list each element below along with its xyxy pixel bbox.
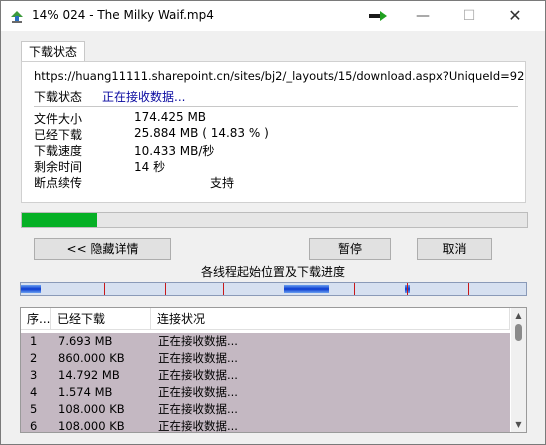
thread-segment [284, 285, 329, 293]
scroll-thumb[interactable] [515, 324, 522, 341]
arrow-icon [369, 11, 387, 21]
maximize-button[interactable]: ☐ [446, 1, 492, 31]
minimize-button[interactable]: — [400, 1, 446, 31]
thread-list[interactable]: 序... 已经下载 连接状况 1 7.693 MB 正在接收数据... 2 86… [20, 307, 527, 433]
speed-value: 10.433 MB/秒 [134, 144, 215, 158]
status-label: 下载状态 [34, 90, 83, 104]
row-downloaded: 860.000 KB [58, 351, 125, 365]
row-status: 正在接收数据... [158, 351, 238, 365]
row-status: 正在接收数据... [158, 334, 238, 348]
thread-start-marker [223, 283, 224, 295]
column-header-no[interactable]: 序... [21, 308, 51, 330]
vertical-scrollbar[interactable]: ▲ ▼ [511, 308, 526, 432]
resume-label: 断点续传 [34, 176, 83, 190]
row-number: 6 [30, 419, 38, 433]
file-size-value: 174.425 MB [134, 110, 207, 124]
scroll-up-icon[interactable]: ▲ [511, 308, 526, 323]
thread-segments-bar [20, 282, 527, 296]
row-status: 正在接收数据... [158, 368, 238, 382]
thread-segment [21, 285, 41, 293]
hide-details-button[interactable]: << 隐藏详情 [34, 238, 171, 260]
list-item[interactable]: 2 860.000 KB 正在接收数据... [21, 350, 510, 367]
row-downloaded: 108.000 KB [58, 419, 125, 433]
resume-value: 支持 [210, 176, 235, 190]
download-window: 14% 024 - The Milky Waif.mp4 — ☐ ✕ 下载状态 … [0, 0, 546, 445]
row-number: 2 [30, 351, 38, 365]
status-panel: https://huang11111.sharepoint.cn/sites/b… [21, 61, 526, 203]
pause-button[interactable]: 暂停 [309, 238, 391, 260]
list-item[interactable]: 5 108.000 KB 正在接收数据... [21, 401, 510, 418]
divider [34, 106, 518, 107]
cancel-button[interactable]: 取消 [417, 238, 492, 260]
row-status: 正在接收数据... [158, 419, 238, 433]
downloaded-value: 25.884 MB ( 14.83 % ) [134, 126, 269, 140]
list-item[interactable]: 1 7.693 MB 正在接收数据... [21, 333, 510, 350]
download-url: https://huang11111.sharepoint.cn/sites/b… [34, 69, 525, 83]
row-status: 正在接收数据... [158, 385, 238, 399]
row-status: 正在接收数据... [158, 402, 238, 416]
window-title: 14% 024 - The Milky Waif.mp4 [32, 8, 214, 22]
thread-start-marker [104, 283, 105, 295]
title-bar[interactable]: 14% 024 - The Milky Waif.mp4 — ☐ ✕ [1, 1, 545, 31]
downloaded-label: 已经下载 [34, 128, 83, 142]
threads-title: 各线程起始位置及下载进度 [200, 265, 345, 279]
progress-fill [22, 213, 97, 227]
row-downloaded: 14.792 MB [58, 368, 120, 382]
row-downloaded: 7.693 MB [58, 334, 113, 348]
status-value: 正在接收数据... [102, 90, 186, 104]
tab-download-status[interactable]: 下载状态 [21, 41, 85, 62]
column-header-downloaded[interactable]: 已经下载 [51, 308, 151, 330]
column-header-status[interactable]: 连接状况 [151, 308, 510, 330]
download-progress-bar [21, 212, 528, 228]
row-downloaded: 1.574 MB [58, 385, 113, 399]
thread-start-marker [354, 283, 355, 295]
row-downloaded: 108.000 KB [58, 402, 125, 416]
row-number: 3 [30, 368, 38, 382]
close-button[interactable]: ✕ [492, 1, 538, 31]
row-number: 1 [30, 334, 38, 348]
thread-start-marker [165, 283, 166, 295]
remaining-time-value: 14 秒 [134, 160, 166, 174]
thread-start-marker [407, 283, 408, 295]
row-number: 4 [30, 385, 38, 399]
thread-start-marker [468, 283, 469, 295]
remaining-time-label: 剩余时间 [34, 160, 83, 174]
list-item[interactable]: 3 14.792 MB 正在接收数据... [21, 367, 510, 384]
list-item[interactable]: 4 1.574 MB 正在接收数据... [21, 384, 510, 401]
list-item[interactable]: 6 108.000 KB 正在接收数据... [21, 418, 510, 433]
file-size-label: 文件大小 [34, 112, 83, 126]
row-number: 5 [30, 402, 38, 416]
download-app-icon [11, 11, 23, 23]
scroll-down-icon[interactable]: ▼ [511, 417, 526, 432]
speed-label: 下载速度 [34, 144, 83, 158]
